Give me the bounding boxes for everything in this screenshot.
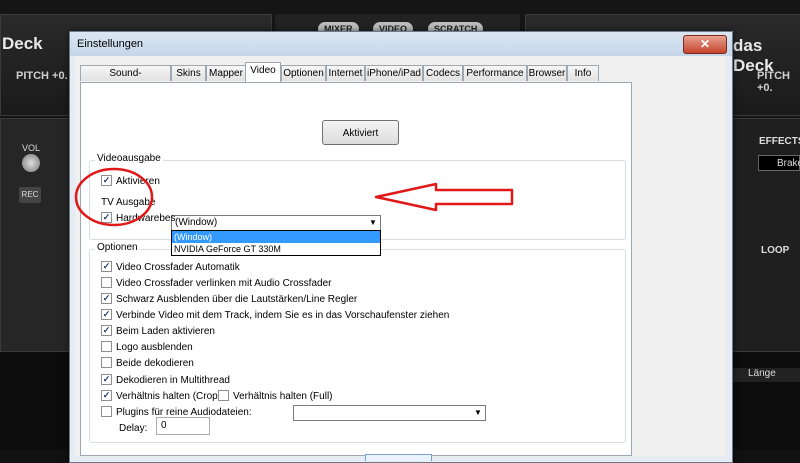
tab-video[interactable]: Video [245, 62, 281, 82]
option-checkbox-4[interactable]: ✓ [101, 324, 112, 336]
aktivieren-checkbox-row[interactable]: ✓ Aktivieren [101, 174, 160, 189]
tab-info[interactable]: Info [567, 65, 599, 81]
dialog-title: Einstellungen [77, 38, 144, 50]
option-row-3[interactable]: ✓ Verbinde Video mit dem Track, indem Sie… [101, 308, 450, 323]
option-label-4: Beim Laden aktivieren [116, 326, 215, 337]
verhaeltnis-full-label: Verhältnis halten (Full) [233, 391, 333, 402]
left-deck-title: Deck [2, 34, 43, 53]
option-checkbox-6[interactable] [101, 356, 112, 368]
right-pitch: PITCH +0. [757, 70, 790, 94]
aktivieren-checkbox[interactable]: ✓ [101, 174, 112, 186]
tab-optionen[interactable]: Optionen [281, 65, 326, 81]
video-tab-page: Aktiviert Videoausgabe ✓ Aktivieren TV Au… [80, 82, 632, 456]
option-checkbox-5[interactable] [101, 340, 112, 352]
tab-performance[interactable]: Performance [463, 65, 527, 81]
vol-label: VOL [22, 143, 41, 153]
option-checkbox-1[interactable] [101, 276, 112, 288]
tab-iphone-ipad[interactable]: iPhone/iPad [365, 65, 423, 81]
option-row-5[interactable]: Logo ausblenden [101, 340, 193, 355]
dropdown-option-window[interactable]: (Window) [172, 231, 380, 243]
dialog-client: Sound-Einstellungen Skins Mapper Video O… [75, 56, 726, 461]
left-pitch: PITCH +0. [16, 70, 68, 82]
settings-dialog: Einstellungen ✕ Sound-Einstellungen Skin… [69, 31, 733, 463]
hardware-checkbox-row[interactable]: ✓ Hardwarebes [101, 211, 176, 226]
option-label-5: Logo ausblenden [116, 342, 193, 353]
dropdown-option-nvidia[interactable]: NVIDIA GeForce GT 330M [172, 243, 380, 255]
tv-ausgabe-dropdown-list: (Window) NVIDIA GeForce GT 330M [171, 230, 381, 256]
plugins-select[interactable]: ▼ [293, 405, 486, 421]
option-checkbox-3[interactable]: ✓ [101, 308, 112, 320]
tv-ausgabe-value: (Window) [175, 217, 218, 228]
option-row-7[interactable]: ✓ Dekodieren in Multithread [101, 373, 230, 388]
option-checkbox-7[interactable]: ✓ [101, 373, 112, 385]
option-row-0[interactable]: ✓ Video Crossfader Automatik [101, 260, 240, 275]
tv-ausgabe-label: TV Ausgabe [101, 197, 156, 208]
optionen-label: Optionen [95, 242, 140, 253]
right-effects-strip [730, 118, 800, 352]
close-icon: ✕ [699, 37, 711, 51]
delay-label: Delay: [119, 423, 148, 434]
rec-button[interactable]: REC [19, 187, 41, 203]
vol-knob[interactable] [22, 154, 40, 172]
verhaeltnis-full-checkbox[interactable] [218, 389, 229, 401]
option-label-2: Schwarz Ausblenden über die Lautstärken/… [116, 294, 358, 305]
option-label-8: Verhältnis halten (Crop) [116, 391, 222, 402]
tab-mapper[interactable]: Mapper [206, 65, 246, 81]
option-row-2[interactable]: ✓ Schwarz Ausblenden über die Lautstärken… [101, 292, 358, 307]
tab-browser[interactable]: Browser [527, 65, 567, 81]
loop-label: LOOP [761, 245, 790, 256]
videoausgabe-label: Videoausgabe [95, 153, 163, 164]
chevron-down-icon: ▼ [369, 218, 377, 227]
option-label-6: Beide dekodieren [116, 358, 194, 369]
hardware-checkbox[interactable]: ✓ [101, 211, 112, 223]
hardware-label: Hardwarebes [116, 213, 176, 224]
option-row-4[interactable]: ✓ Beim Laden aktivieren [101, 324, 215, 339]
verhaeltnis-full-row[interactable]: Verhältnis halten (Full) [218, 389, 333, 404]
chevron-down-icon: ▼ [474, 408, 482, 417]
aktiviert-button[interactable]: Aktiviert [322, 120, 399, 145]
tab-sound-einstellungen[interactable]: Sound-Einstellungen [80, 65, 171, 95]
length-header-text: Länge [748, 368, 776, 379]
option-label-3: Verbinde Video mit dem Track, indem Sie … [116, 310, 450, 321]
option-label-0: Video Crossfader Automatik [116, 262, 240, 273]
option-checkbox-2[interactable]: ✓ [101, 292, 112, 304]
close-button[interactable]: ✕ [683, 35, 727, 54]
effects-select[interactable]: Brake [758, 155, 800, 171]
ok-button[interactable] [365, 454, 432, 461]
aktivieren-label: Aktivieren [116, 176, 160, 187]
option-checkbox-0[interactable]: ✓ [101, 260, 112, 272]
option-row-8[interactable]: ✓ Verhältnis halten (Crop) [101, 389, 222, 404]
option-checkbox-8[interactable]: ✓ [101, 389, 112, 401]
option-label-1: Video Crossfader verlinken mit Audio Cro… [116, 278, 332, 289]
tab-skins[interactable]: Skins [171, 65, 206, 81]
tab-internet[interactable]: Internet [326, 65, 365, 81]
delay-input[interactable]: 0 [156, 417, 210, 435]
tv-ausgabe-select[interactable]: (Window) ▼ [171, 215, 381, 231]
option-label-7: Dekodieren in Multithread [116, 375, 230, 386]
option-checkbox-9[interactable] [101, 405, 112, 417]
tab-codecs[interactable]: Codecs [423, 65, 463, 81]
effects-label: EFFECTS [759, 136, 800, 147]
option-row-1[interactable]: Video Crossfader verlinken mit Audio Cro… [101, 276, 332, 291]
option-row-6[interactable]: Beide dekodieren [101, 356, 194, 371]
length-column-header[interactable]: Länge [722, 368, 800, 382]
left-mixer-strip [0, 118, 70, 352]
dialog-titlebar[interactable]: Einstellungen ✕ [70, 32, 732, 56]
